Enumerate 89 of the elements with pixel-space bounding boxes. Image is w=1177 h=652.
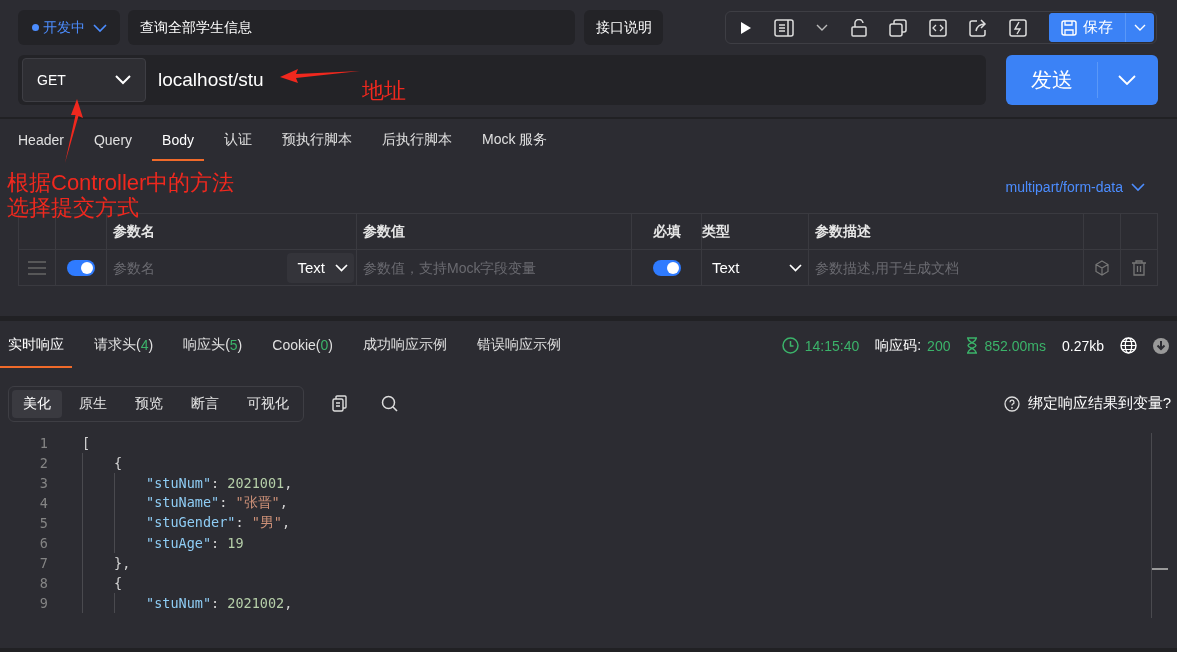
- unlock-icon[interactable]: [850, 18, 867, 37]
- line-number: 9: [38, 595, 48, 611]
- caret-icon: [115, 75, 131, 85]
- response-tab[interactable]: 错误响应示例: [469, 323, 569, 368]
- annotation-text: 根据Controller中的方法: [7, 170, 235, 195]
- response-tab[interactable]: 响应头(5): [175, 323, 251, 368]
- lightning-icon[interactable]: [1008, 18, 1027, 37]
- share-icon[interactable]: [968, 18, 987, 37]
- line-number: 2: [38, 455, 48, 471]
- method-dropdown[interactable]: GET: [22, 58, 146, 102]
- request-tab[interactable]: Query: [83, 121, 143, 161]
- content-type-dropdown[interactable]: multipart/form-data: [1005, 179, 1145, 195]
- url-field[interactable]: localhost/stu: [158, 69, 264, 91]
- run-icon[interactable]: [738, 20, 753, 35]
- response-tab[interactable]: 实时响应: [0, 323, 72, 368]
- annotation-text: 地址: [362, 78, 406, 103]
- line-number: 4: [38, 495, 48, 511]
- request-tab[interactable]: 后执行脚本: [371, 121, 462, 161]
- clock-icon: [781, 337, 799, 354]
- save-button[interactable]: 保存: [1048, 13, 1126, 42]
- line-number: 8: [38, 575, 48, 591]
- code-line: {: [114, 575, 123, 591]
- type-dropdown[interactable]: Text: [702, 250, 808, 285]
- request-tab[interactable]: 预执行脚本: [271, 121, 362, 161]
- column-header: 类型: [702, 222, 730, 241]
- view-mode-tab[interactable]: 断言: [180, 389, 230, 418]
- code-line: },: [114, 555, 131, 571]
- api-name-field[interactable]: 查询全部学生信息: [128, 10, 575, 45]
- value-type-dropdown[interactable]: Text: [287, 252, 354, 283]
- bind-variable-link[interactable]: 绑定响应结果到变量?: [1027, 394, 1171, 413]
- copy-icon[interactable]: [332, 395, 347, 412]
- column-header: 参数名: [113, 222, 155, 241]
- code-line: "stuAge": 19: [146, 535, 244, 551]
- line-number: 7: [38, 555, 48, 571]
- line-number: 5: [38, 515, 48, 531]
- code-line: "stuNum": 2021001,: [146, 475, 293, 491]
- column-header: 必填: [652, 222, 681, 241]
- view-mode-tab[interactable]: 可视化: [236, 389, 300, 418]
- response-tab[interactable]: 请求头(4): [86, 323, 162, 368]
- document-icon[interactable]: [774, 18, 795, 37]
- code-icon[interactable]: [928, 18, 947, 37]
- caret-icon: [789, 263, 802, 272]
- enable-toggle[interactable]: [67, 259, 95, 276]
- caret-icon: [93, 22, 107, 33]
- caret-icon: [1131, 182, 1145, 192]
- drag-handle-icon[interactable]: [27, 260, 47, 275]
- line-number: 3: [38, 475, 48, 491]
- download-icon[interactable]: [1153, 337, 1169, 354]
- status-code: 200: [927, 337, 951, 354]
- response-tab[interactable]: 成功响应示例: [355, 323, 455, 368]
- caret-icon[interactable]: [816, 23, 829, 32]
- view-mode-tab[interactable]: 原生: [68, 389, 118, 418]
- hourglass-icon: [966, 337, 979, 354]
- code-line: "stuGender": "男",: [146, 514, 291, 532]
- param-name-field[interactable]: 参数名: [113, 259, 233, 276]
- request-tab[interactable]: Mock 服务: [471, 121, 558, 161]
- cube-icon[interactable]: [1094, 259, 1110, 276]
- globe-icon[interactable]: [1120, 337, 1137, 354]
- response-size: 0.27kb: [1061, 337, 1104, 354]
- code-line: [: [82, 435, 91, 451]
- caret-icon: [335, 263, 348, 272]
- search-icon[interactable]: [381, 395, 398, 412]
- api-doc-button[interactable]: 接口说明: [583, 10, 664, 45]
- annotation-text: 选择提交方式: [7, 195, 140, 220]
- request-tab[interactable]: Body: [152, 121, 204, 161]
- send-button[interactable]: 发送: [1006, 62, 1098, 98]
- save-icon: [1060, 19, 1077, 36]
- response-duration: 852.00ms: [984, 337, 1046, 354]
- column-header: 参数值: [363, 222, 405, 241]
- request-tab[interactable]: Header: [8, 121, 74, 161]
- line-number: 1: [38, 435, 48, 451]
- code-line: "stuName": "张晋",: [146, 494, 288, 512]
- view-mode-tab[interactable]: 预览: [124, 389, 174, 418]
- copy-icon[interactable]: [888, 18, 907, 37]
- column-header: 参数描述: [815, 222, 871, 241]
- status-code-label: 响应码:: [875, 336, 922, 355]
- param-value-field[interactable]: 参数值，支持Mock字段变量: [363, 259, 623, 276]
- help-icon[interactable]: [1003, 395, 1020, 412]
- line-number: 6: [38, 535, 48, 551]
- response-tab[interactable]: Cookie(0): [264, 323, 341, 368]
- request-tab[interactable]: 认证: [213, 121, 262, 161]
- status-dropdown[interactable]: 开发中: [18, 10, 121, 45]
- trash-icon[interactable]: [1131, 258, 1147, 277]
- status-dot: [32, 24, 39, 31]
- view-mode-tab[interactable]: 美化: [12, 389, 62, 418]
- required-toggle[interactable]: [652, 259, 681, 276]
- code-line: "stuNum": 2021002,: [146, 595, 293, 611]
- response-time: 14:15:40: [804, 337, 860, 354]
- code-line: {: [114, 455, 123, 471]
